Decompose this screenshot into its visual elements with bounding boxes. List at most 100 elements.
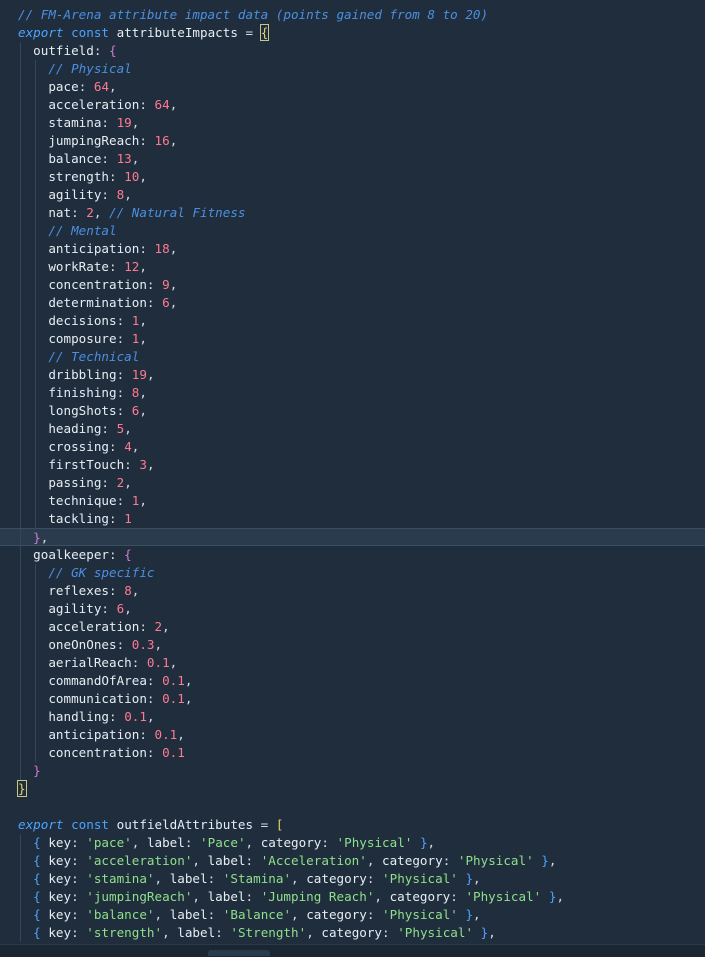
colon: :: [139, 241, 155, 256]
code-line-pair[interactable]: acceleration: 64,: [0, 96, 705, 114]
code-line-pair[interactable]: communication: 0.1,: [0, 690, 705, 708]
bracket-open: [: [275, 817, 284, 832]
indent-guide: [20, 294, 21, 312]
colon: :: [116, 331, 132, 346]
indent-guide: [20, 276, 21, 294]
number-value: 2: [86, 205, 94, 220]
object-key: label: [177, 925, 216, 940]
comma: ,: [184, 673, 193, 688]
code-line-pair[interactable]: tackling: 1: [0, 510, 705, 528]
code-line-pair[interactable]: strength: 10,: [0, 168, 705, 186]
code-line-pair[interactable]: crossing: 4,: [0, 438, 705, 456]
code-line-close-outfield[interactable]: },: [0, 528, 705, 546]
indent-guide: [20, 690, 21, 708]
colon: :: [146, 691, 163, 706]
code-line-attribute-entry[interactable]: { key: 'pace', label: 'Pace', category: …: [0, 834, 705, 852]
code-line-pair[interactable]: nat: 2, // Natural Fitness: [0, 204, 705, 222]
code-line-close-goalkeeper[interactable]: }: [0, 762, 705, 780]
indent-guide: [20, 204, 21, 222]
indent-guide: [20, 582, 21, 600]
code-line-impacts-decl[interactable]: export const attributeImpacts = {: [0, 24, 705, 42]
number-value: 4: [124, 439, 132, 454]
code-line-pair[interactable]: dribbling: 19,: [0, 366, 705, 384]
code-line-goalkeeper-key[interactable]: goalkeeper: {: [0, 546, 705, 564]
code-line-pair[interactable]: agility: 8,: [0, 186, 705, 204]
comma: ,: [169, 277, 178, 292]
code-line-attribute-entry[interactable]: { key: 'strength', label: 'Strength', ca…: [0, 924, 705, 942]
object-key: key: [48, 835, 72, 850]
colon: :: [71, 853, 87, 868]
code-line-pair[interactable]: concentration: 9,: [0, 276, 705, 294]
code-line-outfield-key[interactable]: outfield: {: [0, 42, 705, 60]
code-line-attribute-entry[interactable]: { key: 'jumpingReach', label: 'Jumping R…: [0, 888, 705, 906]
code-line-pair[interactable]: balance: 13,: [0, 150, 705, 168]
indent-guide: [35, 582, 37, 600]
indent-guide: [20, 366, 21, 384]
code-line-pair[interactable]: firstTouch: 3,: [0, 456, 705, 474]
code-line-section-comment[interactable]: // GK specific: [0, 564, 705, 582]
brace-open: {: [33, 835, 49, 850]
code-line-pair[interactable]: jumpingReach: 16,: [0, 132, 705, 150]
code-line-close-impacts[interactable]: }: [0, 780, 705, 798]
code-line-pair[interactable]: stamina: 19,: [0, 114, 705, 132]
code-line-pair[interactable]: aerialReach: 0.1,: [0, 654, 705, 672]
horizontal-scrollbar-track[interactable]: [0, 944, 705, 957]
comma: ,: [124, 601, 132, 616]
colon: :: [184, 835, 201, 850]
code-line-pair[interactable]: heading: 5,: [0, 420, 705, 438]
section-comment: // Physical: [48, 61, 132, 76]
horizontal-scrollbar-thumb[interactable]: [208, 950, 270, 956]
code-line-section-comment[interactable]: // Physical: [0, 60, 705, 78]
code-line-attribute-entry[interactable]: { key: 'acceleration', label: 'Accelerat…: [0, 852, 705, 870]
code-line-pair[interactable]: agility: 6,: [0, 600, 705, 618]
comma: ,: [473, 871, 481, 886]
object-key: label: [169, 907, 208, 922]
string-key: 'pace': [86, 835, 132, 850]
code-line-pair[interactable]: composure: 1,: [0, 330, 705, 348]
brace-open: {: [33, 853, 49, 868]
indent-guide: [35, 456, 37, 474]
object-key: category: [260, 835, 322, 850]
code-line-pair[interactable]: anticipation: 18,: [0, 240, 705, 258]
code-line-pair[interactable]: acceleration: 2,: [0, 618, 705, 636]
object-key: communication: [48, 691, 147, 706]
code-line-attribute-entry[interactable]: { key: 'balance', label: 'Balance', cate…: [0, 906, 705, 924]
code-line-pair[interactable]: commandOfArea: 0.1,: [0, 672, 705, 690]
code-line-outfield-attrs-decl[interactable]: export const outfieldAttributes = [: [0, 816, 705, 834]
number-value: 18: [154, 241, 170, 256]
code-line-comment[interactable]: // FM-Arena attribute impact data (point…: [0, 6, 705, 24]
code-line-pair[interactable]: anticipation: 0.1,: [0, 726, 705, 744]
brace-close: }: [457, 907, 474, 922]
code-line-pair[interactable]: passing: 2,: [0, 474, 705, 492]
object-key: commandOfArea: [48, 673, 147, 688]
comma: ,: [169, 133, 178, 148]
comma: ,: [169, 655, 178, 670]
code-line-pair[interactable]: workRate: 12,: [0, 258, 705, 276]
code-line-pair[interactable]: decisions: 1,: [0, 312, 705, 330]
string-key: 'acceleration': [86, 853, 193, 868]
indent-guide: [20, 636, 21, 654]
code-line-section-comment[interactable]: // Technical: [0, 348, 705, 366]
code-line-pair[interactable]: pace: 64,: [0, 78, 705, 96]
colon: :: [366, 871, 383, 886]
code-line-blank[interactable]: [0, 798, 705, 816]
code-line-pair[interactable]: technique: 1,: [0, 492, 705, 510]
indent-guide: [35, 420, 37, 438]
code-line-pair[interactable]: longShots: 6,: [0, 402, 705, 420]
code-line-section-comment[interactable]: // Mental: [0, 222, 705, 240]
code-line-pair[interactable]: finishing: 8,: [0, 384, 705, 402]
code-line-pair[interactable]: determination: 6,: [0, 294, 705, 312]
code-editor[interactable]: // FM-Arena attribute impact data (point…: [0, 0, 705, 957]
code-line-pair[interactable]: reflexes: 8,: [0, 582, 705, 600]
number-value: 0.1: [154, 727, 178, 742]
code-line-pair[interactable]: handling: 0.1,: [0, 708, 705, 726]
comma: ,: [291, 871, 307, 886]
code-line-attribute-entry[interactable]: { key: 'stamina', label: 'Stamina', cate…: [0, 870, 705, 888]
brace-open: {: [33, 871, 49, 886]
code-line-pair[interactable]: oneOnOnes: 0.3,: [0, 636, 705, 654]
object-key: concentration: [48, 277, 147, 292]
indent-guide: [35, 600, 37, 618]
indent-guide: [20, 258, 21, 276]
object-key: category: [382, 853, 443, 868]
code-line-pair[interactable]: concentration: 0.1: [0, 744, 705, 762]
